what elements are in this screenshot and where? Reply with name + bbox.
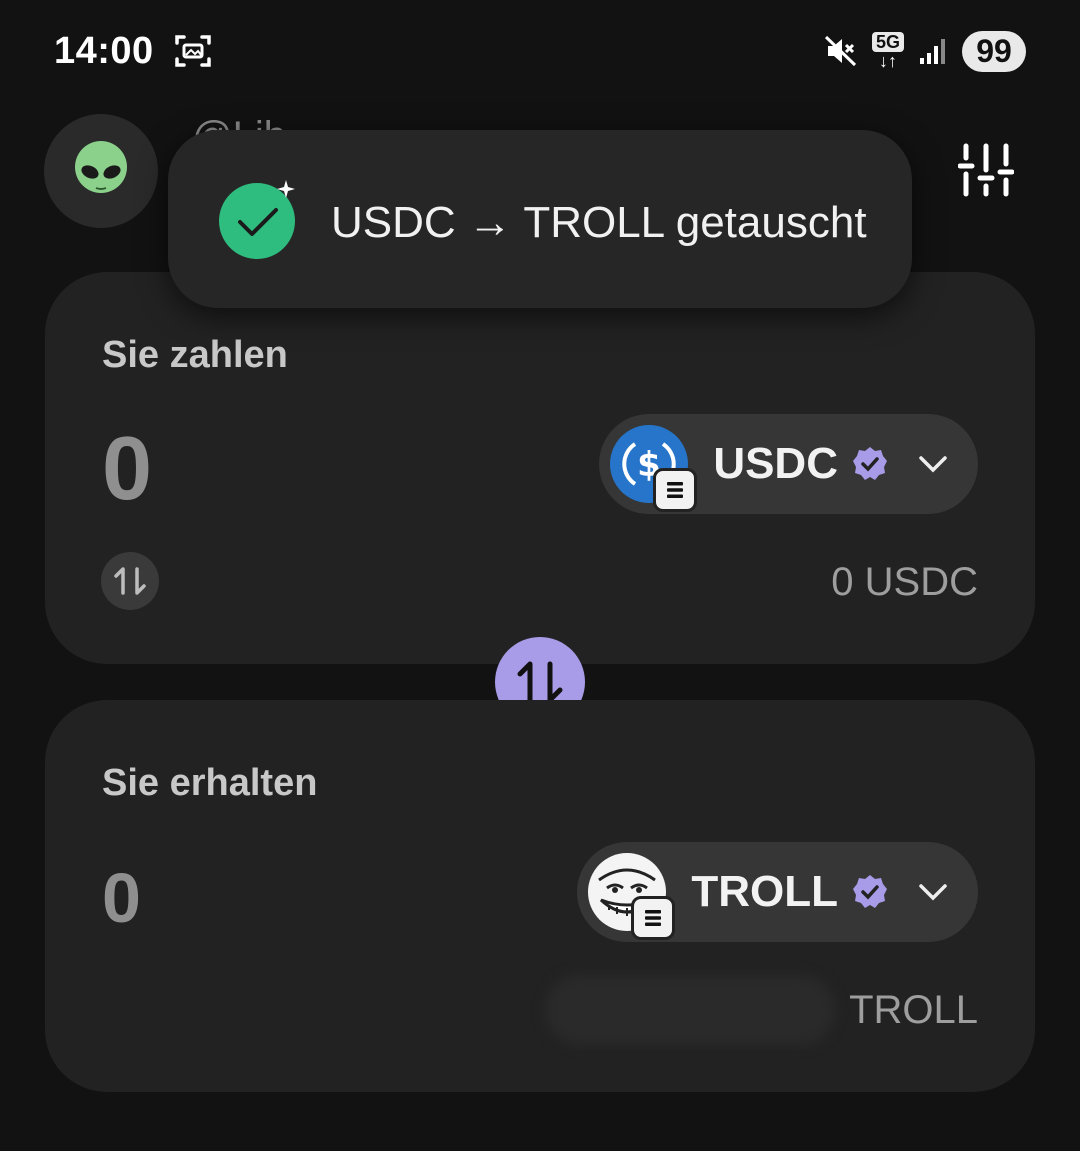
redacted-balance (545, 975, 835, 1045)
receive-balance: TROLL (849, 988, 978, 1032)
receive-token-name: TROLL (691, 867, 838, 916)
receive-label: Sie erhalten (102, 762, 318, 804)
pay-label: Sie zahlen (102, 334, 288, 376)
toast-message: USDC → TROLL getauscht (331, 198, 867, 247)
solana-icon (653, 468, 698, 512)
pay-token-name: USDC (713, 439, 838, 488)
signal-icon (920, 39, 945, 64)
network-indicator: 5G ↓↑ (871, 32, 904, 71)
pay-card: Sie zahlen 0 $ USDC 0 USDC (45, 272, 1035, 664)
status-time: 14:00 (54, 30, 154, 72)
chevron-down-icon (919, 456, 947, 473)
status-indicators: 5G ↓↑ 99 (824, 28, 1026, 74)
pay-balance: 0 USDC (831, 560, 978, 604)
verified-icon (853, 875, 887, 908)
pay-token-selector[interactable]: $ USDC (599, 414, 978, 514)
alien-icon (75, 141, 127, 193)
success-toast: USDC → TROLL getauscht (168, 130, 912, 308)
battery-indicator: 99 (962, 30, 1026, 72)
check-icon (219, 180, 295, 259)
receive-card: Sie erhalten 0 TROLL TROLL (45, 700, 1035, 1092)
chevron-down-icon (919, 884, 947, 901)
solana-icon (631, 896, 676, 940)
data-arrows-icon: ↓↑ (878, 51, 897, 71)
swap-icon (114, 567, 146, 595)
verified-icon (853, 447, 887, 480)
receive-token-selector[interactable]: TROLL (577, 842, 978, 942)
toggle-currency-button[interactable] (101, 552, 159, 610)
screenshot-icon (175, 35, 211, 67)
receive-amount: 0 (102, 859, 141, 937)
mute-icon (824, 35, 857, 67)
troll-coin-icon (587, 852, 676, 940)
status-bar: 14:00 5G ↓↑ 99 (0, 0, 1080, 100)
usdc-coin-icon: $ (609, 424, 698, 512)
settings-sliders-icon[interactable] (958, 142, 1014, 198)
pay-amount-input[interactable]: 0 (102, 418, 152, 521)
avatar[interactable] (44, 114, 158, 228)
network-label: 5G (871, 32, 904, 52)
